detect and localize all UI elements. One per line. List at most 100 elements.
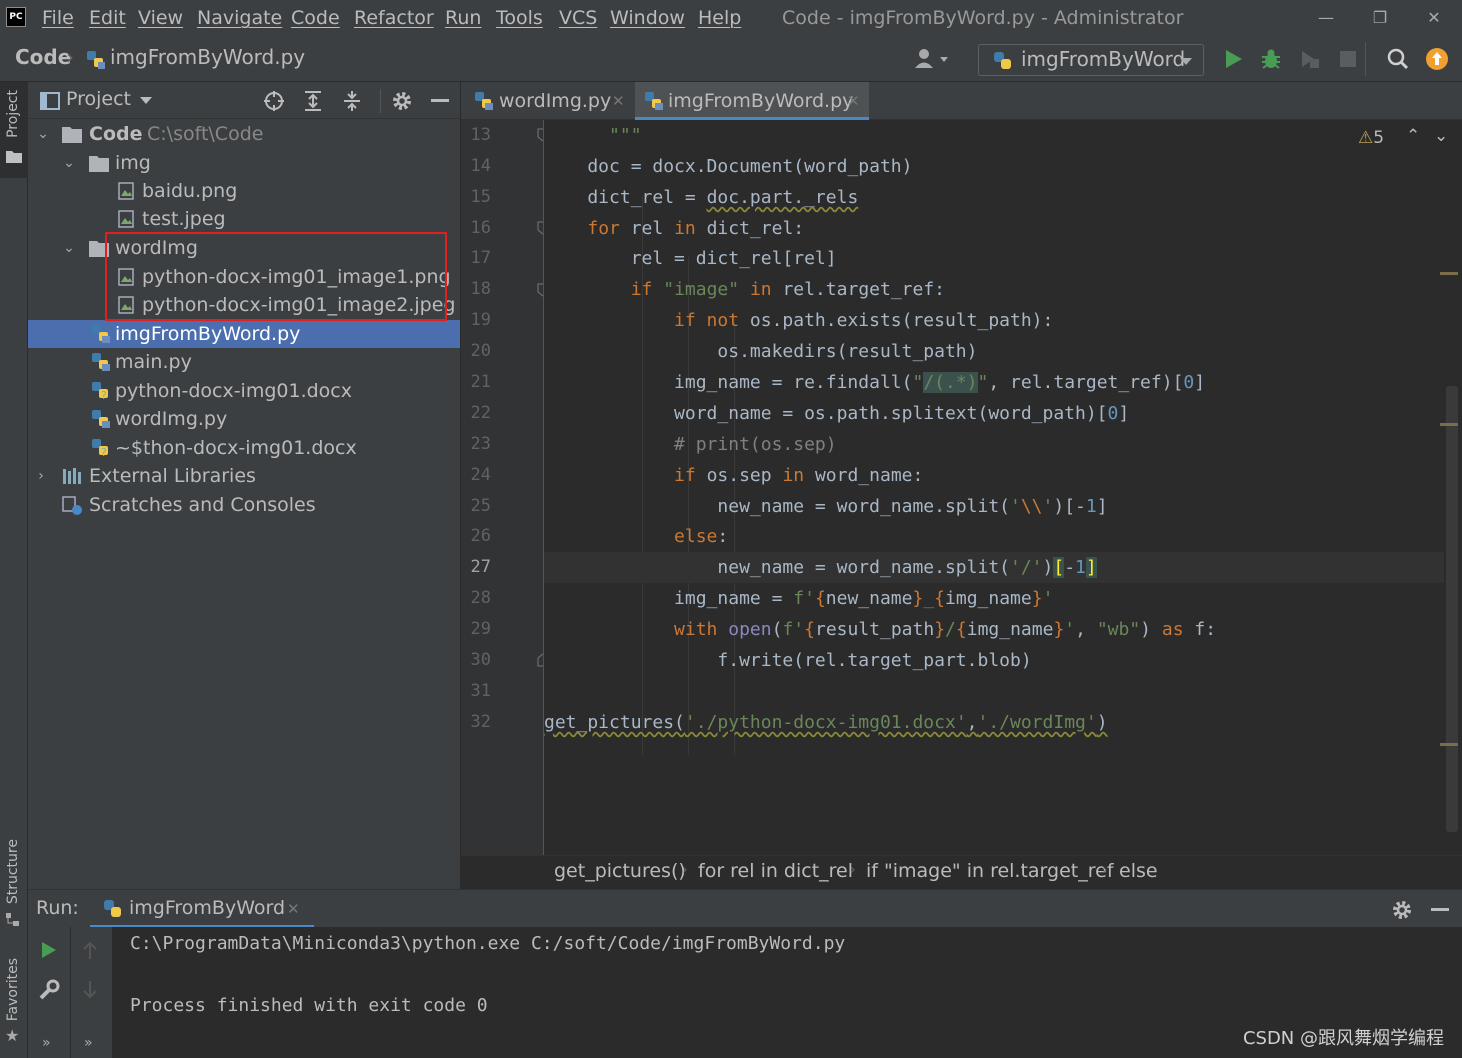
- run-icon[interactable]: [1222, 48, 1244, 70]
- title-bar: PC File Edit View Navigate Code Refactor…: [0, 0, 1462, 36]
- next-highlight-icon[interactable]: ⌄: [1434, 126, 1448, 146]
- gear-icon[interactable]: [391, 90, 413, 112]
- tab-imgfrombyword-py[interactable]: imgFromByWord.py ✕: [635, 82, 869, 120]
- arrow-up-icon[interactable]: [82, 941, 98, 961]
- menu-code[interactable]: Code: [291, 4, 340, 32]
- menu-vcs[interactable]: VCS: [559, 4, 597, 32]
- close-icon[interactable]: ✕: [1420, 4, 1448, 32]
- run-tab[interactable]: imgFromByWord ✕: [90, 890, 314, 928]
- update-icon[interactable]: [1425, 47, 1449, 71]
- tree-item-img[interactable]: ⌄ img: [28, 149, 460, 177]
- close-tab-icon[interactable]: ✕: [287, 900, 300, 918]
- menu-view[interactable]: View: [138, 4, 183, 32]
- tree-item-baidu-png[interactable]: baidu.png: [28, 177, 460, 205]
- chevron-down-icon[interactable]: [140, 97, 152, 105]
- folder-icon: [89, 241, 109, 259]
- line-number: 18: [470, 279, 491, 299]
- breadcrumb-if[interactable]: if "image" in rel.target_ref: [866, 860, 1114, 882]
- star-icon: ★: [5, 1026, 20, 1045]
- tree-item-wordimg-py[interactable]: wordImg.py: [28, 405, 460, 433]
- scrollbar-warning-mark[interactable]: [1440, 423, 1458, 426]
- line-number: 31: [470, 681, 491, 701]
- stop-icon[interactable]: [1339, 50, 1357, 68]
- line-number: 30: [470, 650, 491, 670]
- tree-item-test-jpeg[interactable]: test.jpeg: [28, 205, 460, 233]
- close-tab-icon[interactable]: ✕: [847, 82, 860, 120]
- chevron-right-icon[interactable]: ›: [34, 462, 48, 490]
- line-number-current: 27: [470, 557, 491, 577]
- scrollbar-warning-mark[interactable]: [1440, 743, 1458, 746]
- code-editor[interactable]: """ doc = docx.Document(word_path) dict_…: [544, 120, 1462, 855]
- coverage-icon[interactable]: [1298, 48, 1320, 70]
- breadcrumb-project[interactable]: Code: [15, 45, 71, 69]
- window-title: Code - imgFromByWord.py - Administrator: [782, 7, 1184, 29]
- more-icon[interactable]: »: [84, 1035, 93, 1051]
- inspection-widget[interactable]: ⚠5: [1358, 128, 1384, 148]
- chevron-down-icon[interactable]: ⌄: [62, 234, 76, 262]
- restore-icon[interactable]: ❐: [1366, 4, 1394, 32]
- tree-item-label: python-docx-img01.docx: [115, 380, 352, 402]
- arrow-down-icon[interactable]: [82, 979, 98, 999]
- code-line-32: get_pictures('./python-docx-img01.docx',…: [544, 712, 1108, 733]
- more-icon[interactable]: »: [42, 1035, 51, 1051]
- breadcrumb-else[interactable]: else: [1119, 860, 1158, 882]
- tree-item-main-py[interactable]: main.py: [28, 348, 460, 376]
- prev-highlight-icon[interactable]: ⌃: [1406, 126, 1420, 146]
- tree-item-temp-docx[interactable]: ? ~$thon-docx-img01.docx: [28, 434, 460, 462]
- hide-panel-icon[interactable]: [431, 99, 449, 102]
- menu-edit[interactable]: Edit: [89, 4, 126, 32]
- favorites-tool-tab[interactable]: Favorites ★: [0, 952, 28, 1045]
- wrench-icon[interactable]: [38, 979, 60, 1001]
- rerun-icon[interactable]: [40, 941, 58, 959]
- expand-all-icon[interactable]: [303, 90, 323, 112]
- search-icon[interactable]: [1387, 48, 1409, 70]
- line-number: 25: [470, 496, 491, 516]
- project-tab-label: Project: [5, 90, 21, 138]
- scrollbar-warning-mark[interactable]: [1440, 272, 1458, 275]
- locate-icon[interactable]: [263, 90, 285, 112]
- collapse-all-icon[interactable]: [342, 90, 362, 112]
- tree-item-scratches[interactable]: Scratches and Consoles: [28, 491, 460, 519]
- menu-help[interactable]: Help: [698, 4, 741, 32]
- breadcrumb-file[interactable]: imgFromByWord.py: [110, 45, 305, 69]
- project-panel-title[interactable]: Project: [66, 88, 131, 110]
- breadcrumb-for[interactable]: for rel in dict_rel: [698, 860, 853, 882]
- menu-refactor[interactable]: Refactor: [354, 4, 434, 32]
- line-number: 14: [470, 156, 491, 176]
- project-tool-tab[interactable]: Project: [0, 82, 28, 178]
- chevron-down-icon[interactable]: ⌄: [62, 149, 76, 177]
- tree-item-imgfrombyword-py[interactable]: imgFromByWord.py: [28, 320, 460, 348]
- hide-panel-icon[interactable]: [1431, 908, 1449, 911]
- menu-file[interactable]: File: [42, 4, 74, 32]
- tab-wordimg-py[interactable]: wordImg.py ✕: [469, 82, 635, 120]
- debug-icon[interactable]: [1259, 47, 1283, 71]
- folder-icon: [6, 150, 22, 164]
- close-tab-icon[interactable]: ✕: [612, 82, 625, 120]
- breadcrumb-separator-icon: ›: [682, 862, 688, 878]
- toolbar-divider: [1365, 42, 1366, 76]
- code-line-26: else:: [674, 526, 729, 547]
- menu-window[interactable]: Window: [610, 4, 685, 32]
- line-number: 26: [470, 526, 491, 546]
- tree-item-docx[interactable]: ? python-docx-img01.docx: [28, 377, 460, 405]
- structure-tool-tab[interactable]: Structure: [0, 837, 28, 933]
- breadcrumb-function[interactable]: get_pictures(): [554, 860, 686, 882]
- menu-tools[interactable]: Tools: [496, 4, 543, 32]
- editor-scrollbar[interactable]: [1446, 386, 1458, 832]
- tree-item-code[interactable]: ⌄ Code C:\soft\Code: [28, 120, 460, 148]
- menu-run[interactable]: Run: [445, 4, 481, 32]
- user-icon[interactable]: [914, 48, 950, 70]
- tab-label: wordImg.py: [499, 90, 612, 112]
- line-number: 13: [470, 125, 491, 145]
- highlight-box: [105, 232, 447, 321]
- menu-navigate[interactable]: Navigate: [197, 4, 282, 32]
- structure-tab-label: Structure: [5, 839, 21, 905]
- run-toolbar: » »: [28, 927, 112, 1058]
- tree-item-external-libraries[interactable]: › External Libraries: [28, 462, 460, 490]
- chevron-down-icon[interactable]: ⌄: [36, 120, 50, 148]
- minimize-icon[interactable]: —: [1312, 4, 1340, 32]
- toolbar-divider: [70, 927, 71, 1058]
- gear-icon[interactable]: [1391, 899, 1413, 921]
- run-config-dropdown[interactable]: imgFromByWord: [978, 44, 1204, 76]
- python-file-icon: [86, 50, 106, 70]
